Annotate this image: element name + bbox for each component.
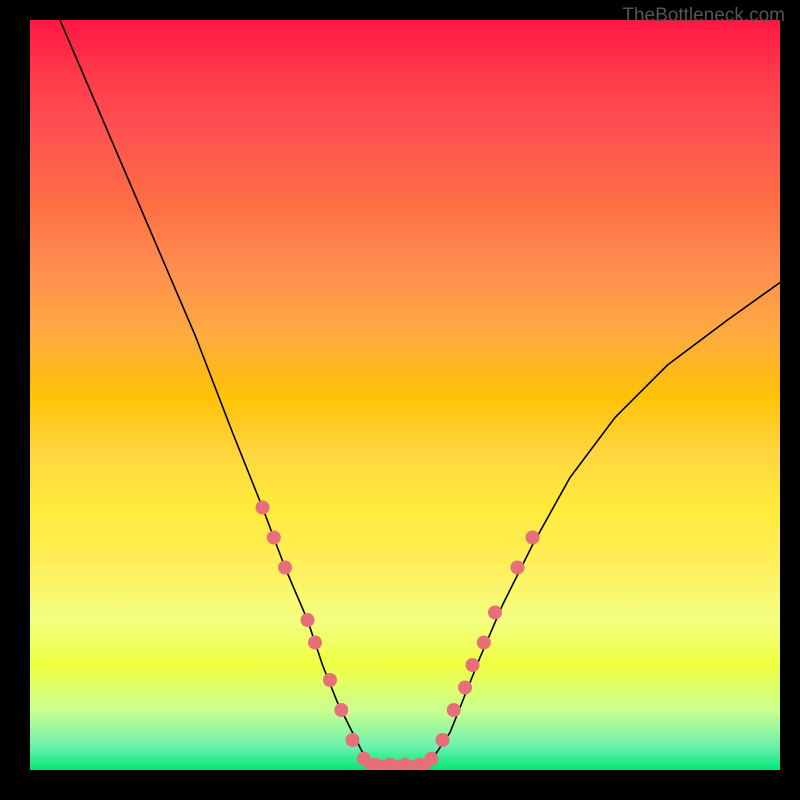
data-marker <box>278 561 292 575</box>
chart-plot-area <box>30 20 780 770</box>
chart-svg-overlay <box>30 20 780 770</box>
data-marker <box>267 531 281 545</box>
data-marker <box>466 658 480 672</box>
data-marker <box>301 613 315 627</box>
data-marker <box>368 758 382 770</box>
data-marker <box>323 673 337 687</box>
data-marker <box>256 501 270 515</box>
data-marker <box>424 752 438 766</box>
data-marker <box>334 703 348 717</box>
data-marker <box>383 758 397 770</box>
data-marker <box>346 733 360 747</box>
data-marker <box>488 606 502 620</box>
data-marker <box>447 703 461 717</box>
valley-floor-bar <box>364 760 432 769</box>
data-marker <box>308 636 322 650</box>
data-marker <box>511 561 525 575</box>
data-marker <box>413 758 427 770</box>
bottleneck-curve <box>60 20 780 766</box>
data-marker <box>477 636 491 650</box>
watermark-text: TheBottleneck.com <box>622 5 785 27</box>
data-marker <box>398 758 412 770</box>
marker-group <box>256 501 540 771</box>
data-marker <box>526 531 540 545</box>
data-marker <box>357 752 371 766</box>
data-marker <box>436 733 450 747</box>
data-marker <box>458 681 472 695</box>
